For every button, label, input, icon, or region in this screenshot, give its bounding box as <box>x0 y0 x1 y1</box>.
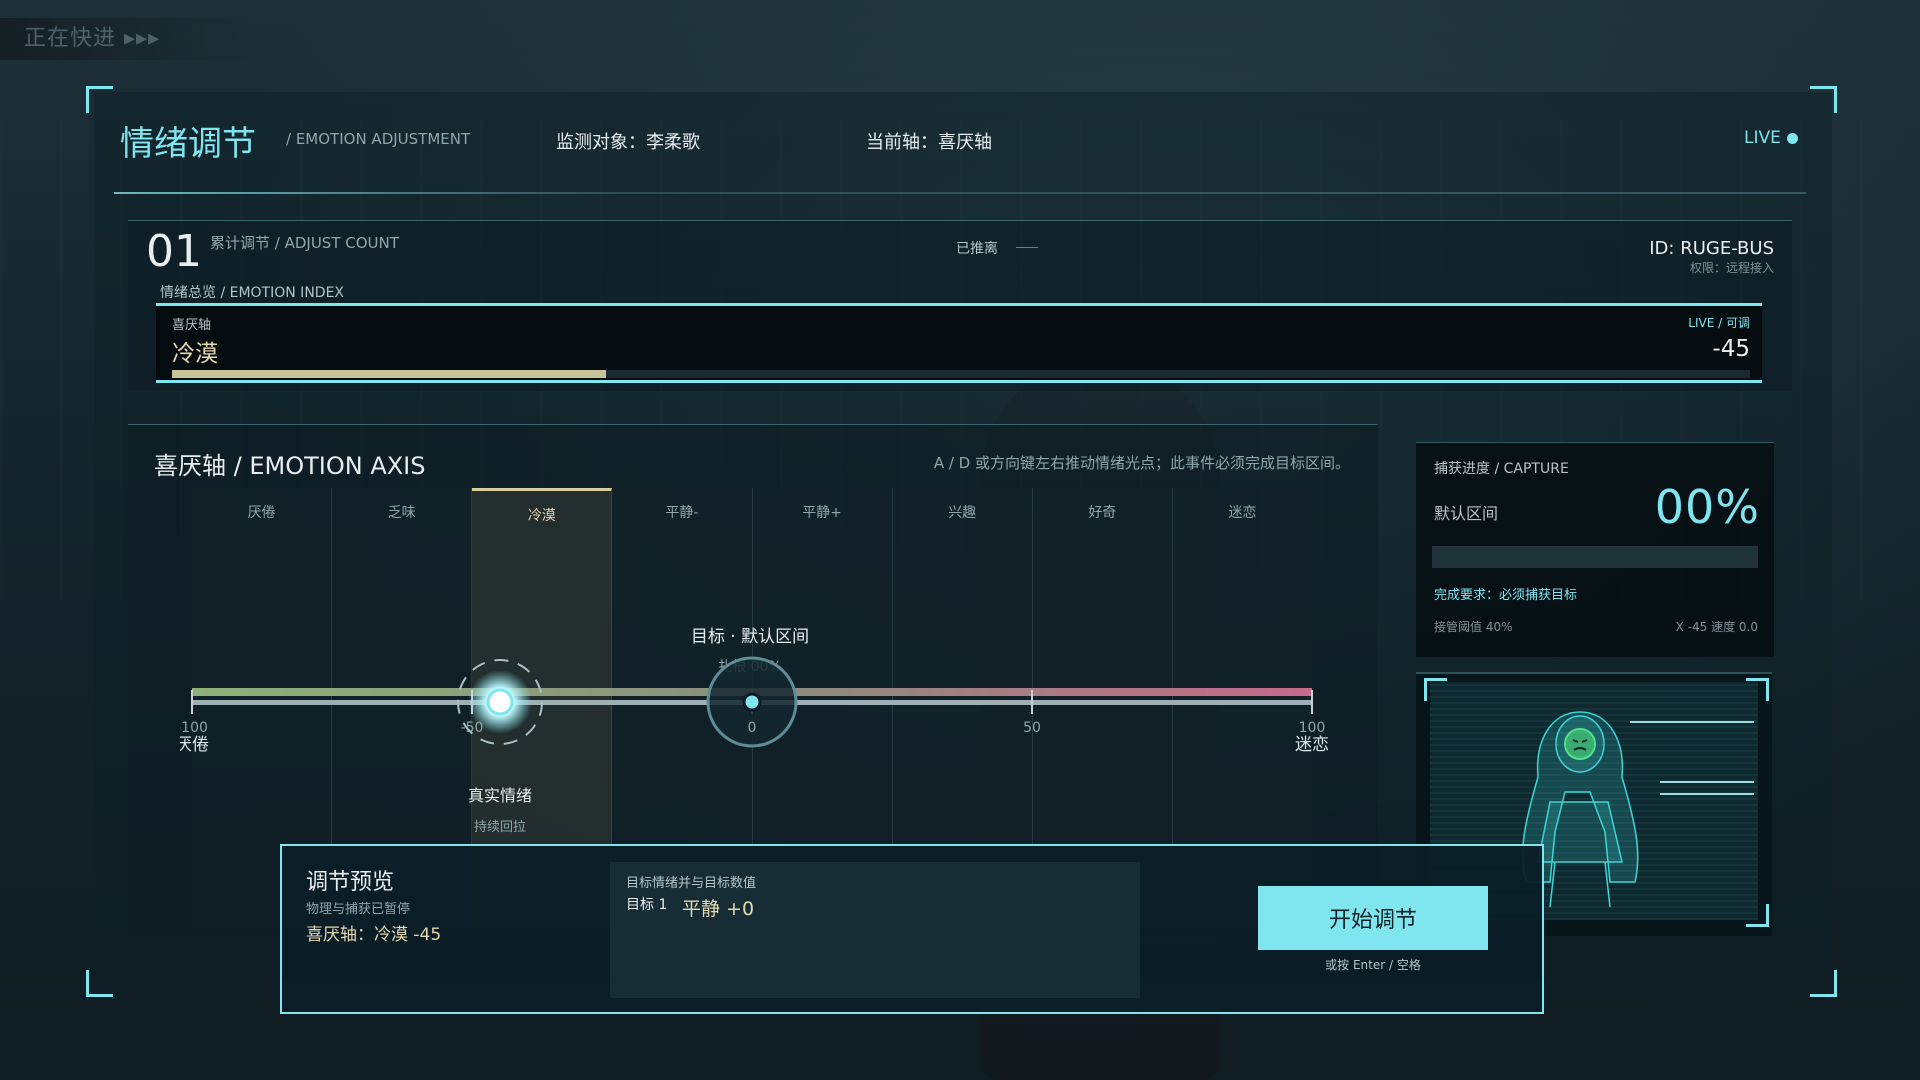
segment-label: 兴趣 <box>948 505 977 521</box>
capture-coordinates: X -45 速度 0.0 <box>1675 620 1758 634</box>
frame-corner-bottom-left <box>86 970 113 997</box>
live-dot-icon <box>1786 132 1798 144</box>
axis-tick-label: 50 <box>1023 720 1041 736</box>
preview-title: 调节预览 <box>306 870 395 895</box>
true-emotion-knob <box>486 688 514 716</box>
emotion-index-state: 冷漠 <box>172 341 218 367</box>
capture-requirement: 完成要求：必须捕获目标 <box>1434 588 1578 603</box>
segment-label: 好奇 <box>1088 505 1117 521</box>
capture-percent: 00% <box>1654 480 1760 534</box>
emotion-index-axis-name: 喜厌轴 <box>172 318 212 333</box>
segment-label: 乏味 <box>387 505 416 521</box>
live-indicator: LIVE <box>1744 128 1798 148</box>
segment-label: 厌倦 <box>247 505 276 521</box>
adjust-count-value: 01 <box>146 226 202 277</box>
axis-end-label: 迷恋 <box>1295 734 1329 755</box>
preview-axis-value: 喜厌轴：冷漠 -45 <box>306 925 442 945</box>
capture-title: 捕获进度 / CAPTURE <box>1434 461 1569 477</box>
emotion-index-fill <box>172 370 606 378</box>
pushed-label: 已推离 <box>956 241 998 257</box>
pushed-dash <box>1016 247 1038 248</box>
axis-end-label: 厌倦 <box>180 735 209 755</box>
permission-text: 权限：远程接入 <box>1689 261 1774 275</box>
subject-id: ID: RUGE-BUS <box>1649 238 1774 259</box>
preview-target-label: 目标 1 <box>626 897 668 913</box>
emotion-index-value: -45 <box>1712 336 1750 362</box>
capture-default-zone: 默认区间 <box>1434 504 1499 523</box>
fast-forward-indicator[interactable]: 正在快进 ▸▸▸ <box>0 18 250 60</box>
preview-subtitle: 物理与捕获已暂停 <box>306 902 411 917</box>
emotion-index-label: 情绪总览 / EMOTION INDEX <box>160 285 345 301</box>
start-adjust-button[interactable]: 开始调节 <box>1258 886 1488 950</box>
emotion-axis-hint: A / D 或方向键左右推动情绪光点；此事件必须完成目标区间。 <box>933 454 1350 472</box>
emotion-index-live-tag: LIVE / 可调 <box>1688 316 1750 330</box>
frame-corner-bottom-right <box>1810 970 1837 997</box>
axis-tick-label: -100 <box>180 720 208 736</box>
emotion-axis-slider[interactable]: -100厌倦-50050100迷恋0 <box>180 640 1340 790</box>
monitor-target: 监测对象：李柔歌 <box>556 132 700 153</box>
segment-label: 冷漠 <box>527 508 556 524</box>
segment-label: 平静- <box>665 505 699 521</box>
segment-label: 迷恋 <box>1228 505 1257 521</box>
start-adjust-hint: 或按 Enter / 空格 <box>1325 958 1421 972</box>
page-title: 情绪调节 <box>120 124 256 164</box>
emotion-axis-title: 喜厌轴 / EMOTION AXIS <box>154 452 426 480</box>
frame-corner-top-right <box>1810 86 1837 113</box>
target-zone-tick-label: 0 <box>748 720 757 736</box>
preview-target-heading: 目标情绪并与目标数值 <box>626 876 757 891</box>
target-zone-dot <box>742 692 762 712</box>
capture-progress-bar <box>1432 546 1758 568</box>
header-divider <box>114 192 1806 194</box>
adjust-count-label: 累计调节 / ADJUST COUNT <box>210 234 399 252</box>
true-emotion-label: 真实情绪 <box>467 786 532 805</box>
current-axis: 当前轴：喜厌轴 <box>866 132 992 153</box>
portrait-corner-top-left <box>1424 678 1447 701</box>
emotion-index-track <box>172 370 1750 378</box>
portrait-corner-bottom-right <box>1746 904 1769 927</box>
segment-label: 平静+ <box>802 505 842 521</box>
preview-target-value: 平静 +0 <box>682 898 755 920</box>
page-subtitle: / EMOTION ADJUSTMENT <box>286 130 471 148</box>
frame-corner-top-left <box>86 86 113 113</box>
emotion-index-bottom-line <box>156 380 1762 383</box>
true-emotion-sub: 持续回拉 <box>473 820 526 835</box>
portrait-corner-top-right <box>1746 678 1769 701</box>
live-label: LIVE <box>1744 128 1781 148</box>
axis-tick-label: 100 <box>1299 720 1326 736</box>
capture-threshold: 接管阈值 40% <box>1434 620 1513 634</box>
